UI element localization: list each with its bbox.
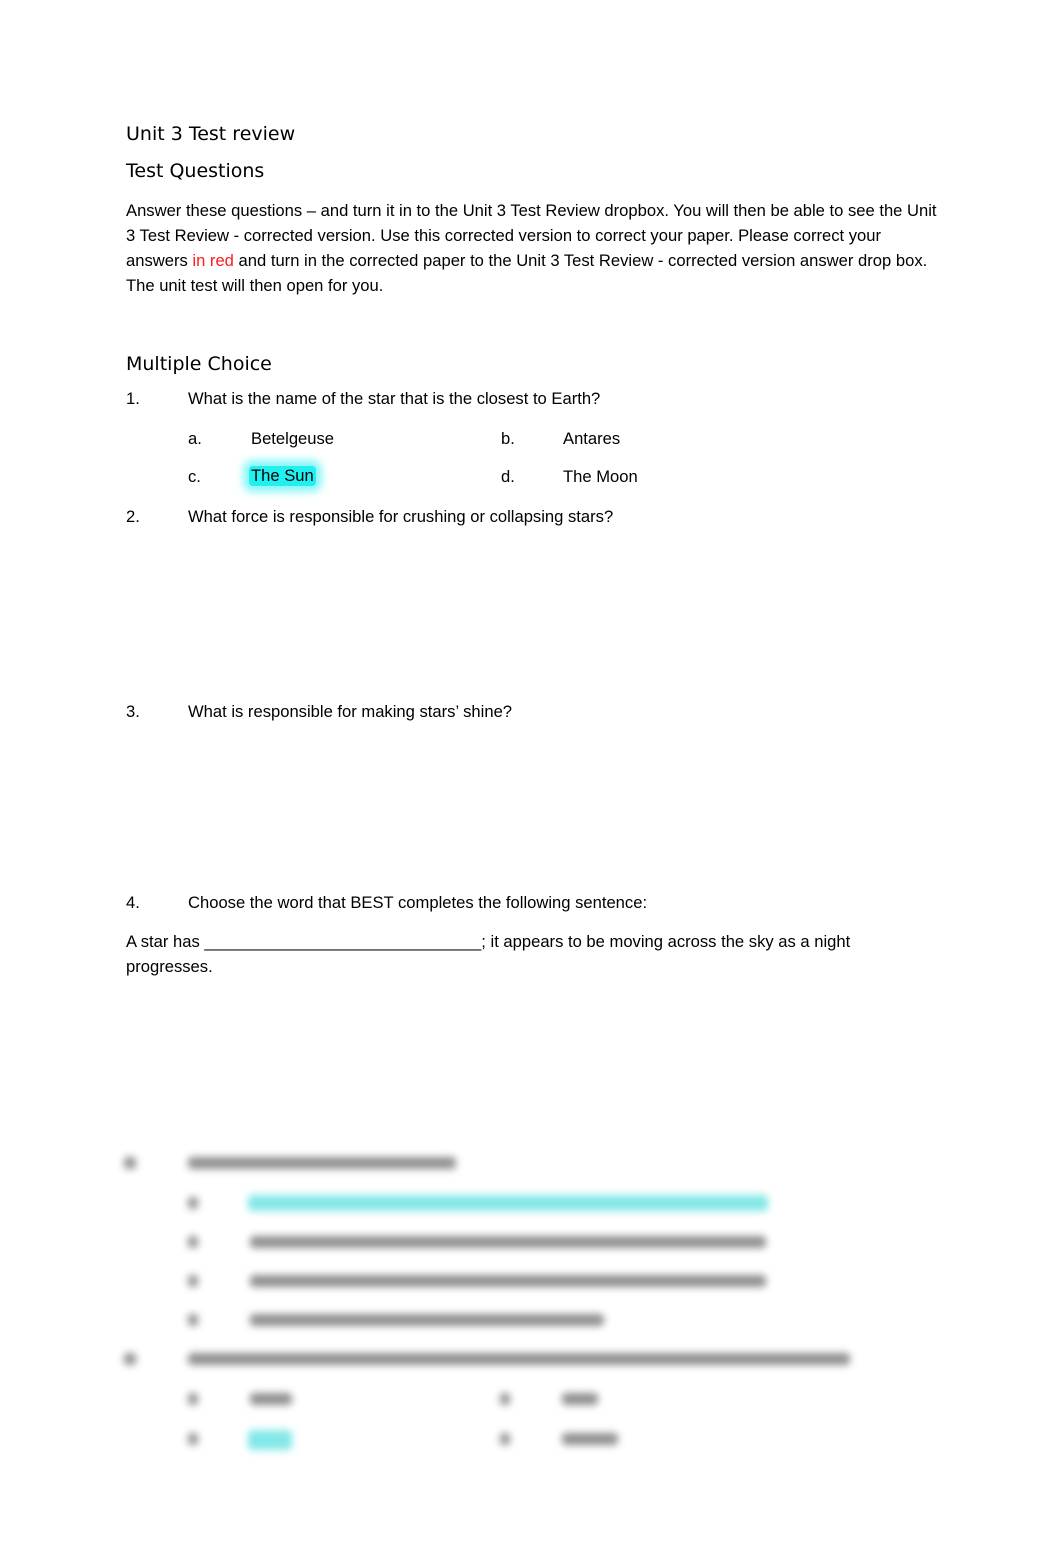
blurred-option-letter (188, 1275, 198, 1287)
blurred-option-letter (188, 1314, 198, 1326)
question-text: What is responsible for making stars’ sh… (188, 702, 513, 721)
fill-in-blank: ______________________________ (204, 932, 482, 951)
blurred-option-letter (500, 1433, 510, 1445)
option-letter: d. (501, 467, 515, 486)
option-the-moon: The Moon (563, 467, 638, 486)
blurred-option-text (562, 1393, 598, 1405)
option-antares: Antares (563, 429, 621, 448)
instructions-red-text: in red (192, 251, 234, 270)
question-number: 1. (126, 389, 140, 408)
document-title: Unit 3 Test review (126, 123, 296, 145)
blurred-option-letter (188, 1393, 198, 1405)
option-letter: c. (188, 467, 201, 486)
blurred-highlighted-option (248, 1195, 768, 1211)
option-the-sun-highlighted: The Sun (249, 466, 316, 486)
blurred-option-letter (500, 1393, 510, 1405)
blurred-question-number (124, 1353, 136, 1365)
question-number: 2. (126, 507, 140, 526)
blurred-question-number (124, 1157, 136, 1169)
blurred-option-letter (188, 1197, 198, 1209)
question-text: What is the name of the star that is the… (188, 389, 601, 408)
fill-in-after: ; it appears to be moving across the sky… (481, 932, 851, 951)
blurred-option-text (250, 1275, 766, 1287)
blurred-option-text (250, 1314, 604, 1326)
question-number: 3. (126, 702, 140, 721)
instructions-text-2: and turn in the corrected paper to the U… (126, 251, 928, 295)
blurred-question-text (188, 1353, 850, 1365)
option-letter: b. (501, 429, 515, 448)
blurred-option-letter (188, 1236, 198, 1248)
blurred-content-region (110, 1135, 900, 1465)
section-heading-multiple-choice: Multiple Choice (126, 353, 272, 375)
blurred-highlighted-option (248, 1430, 292, 1450)
fill-in-before: A star has (126, 932, 205, 951)
blurred-option-text (562, 1433, 618, 1445)
question-text: Choose the word that BEST completes the … (188, 893, 648, 912)
fill-in-sentence: A star has _____________________________… (126, 932, 850, 952)
option-betelgeuse: Betelgeuse (251, 429, 335, 448)
fill-in-continuation: progresses. (126, 957, 213, 976)
blurred-option-text (250, 1393, 292, 1405)
question-text: What force is responsible for crushing o… (188, 507, 614, 526)
question-number: 4. (126, 893, 140, 912)
option-letter: a. (188, 429, 202, 448)
blurred-option-letter (188, 1433, 198, 1445)
blurred-option-text (250, 1236, 766, 1248)
document-page: Unit 3 Test review Test Questions Answer… (0, 0, 1062, 1556)
blurred-question-text (188, 1157, 456, 1169)
instructions-paragraph: Answer these questions – and turn it in … (126, 198, 941, 298)
document-subtitle: Test Questions (126, 160, 265, 182)
